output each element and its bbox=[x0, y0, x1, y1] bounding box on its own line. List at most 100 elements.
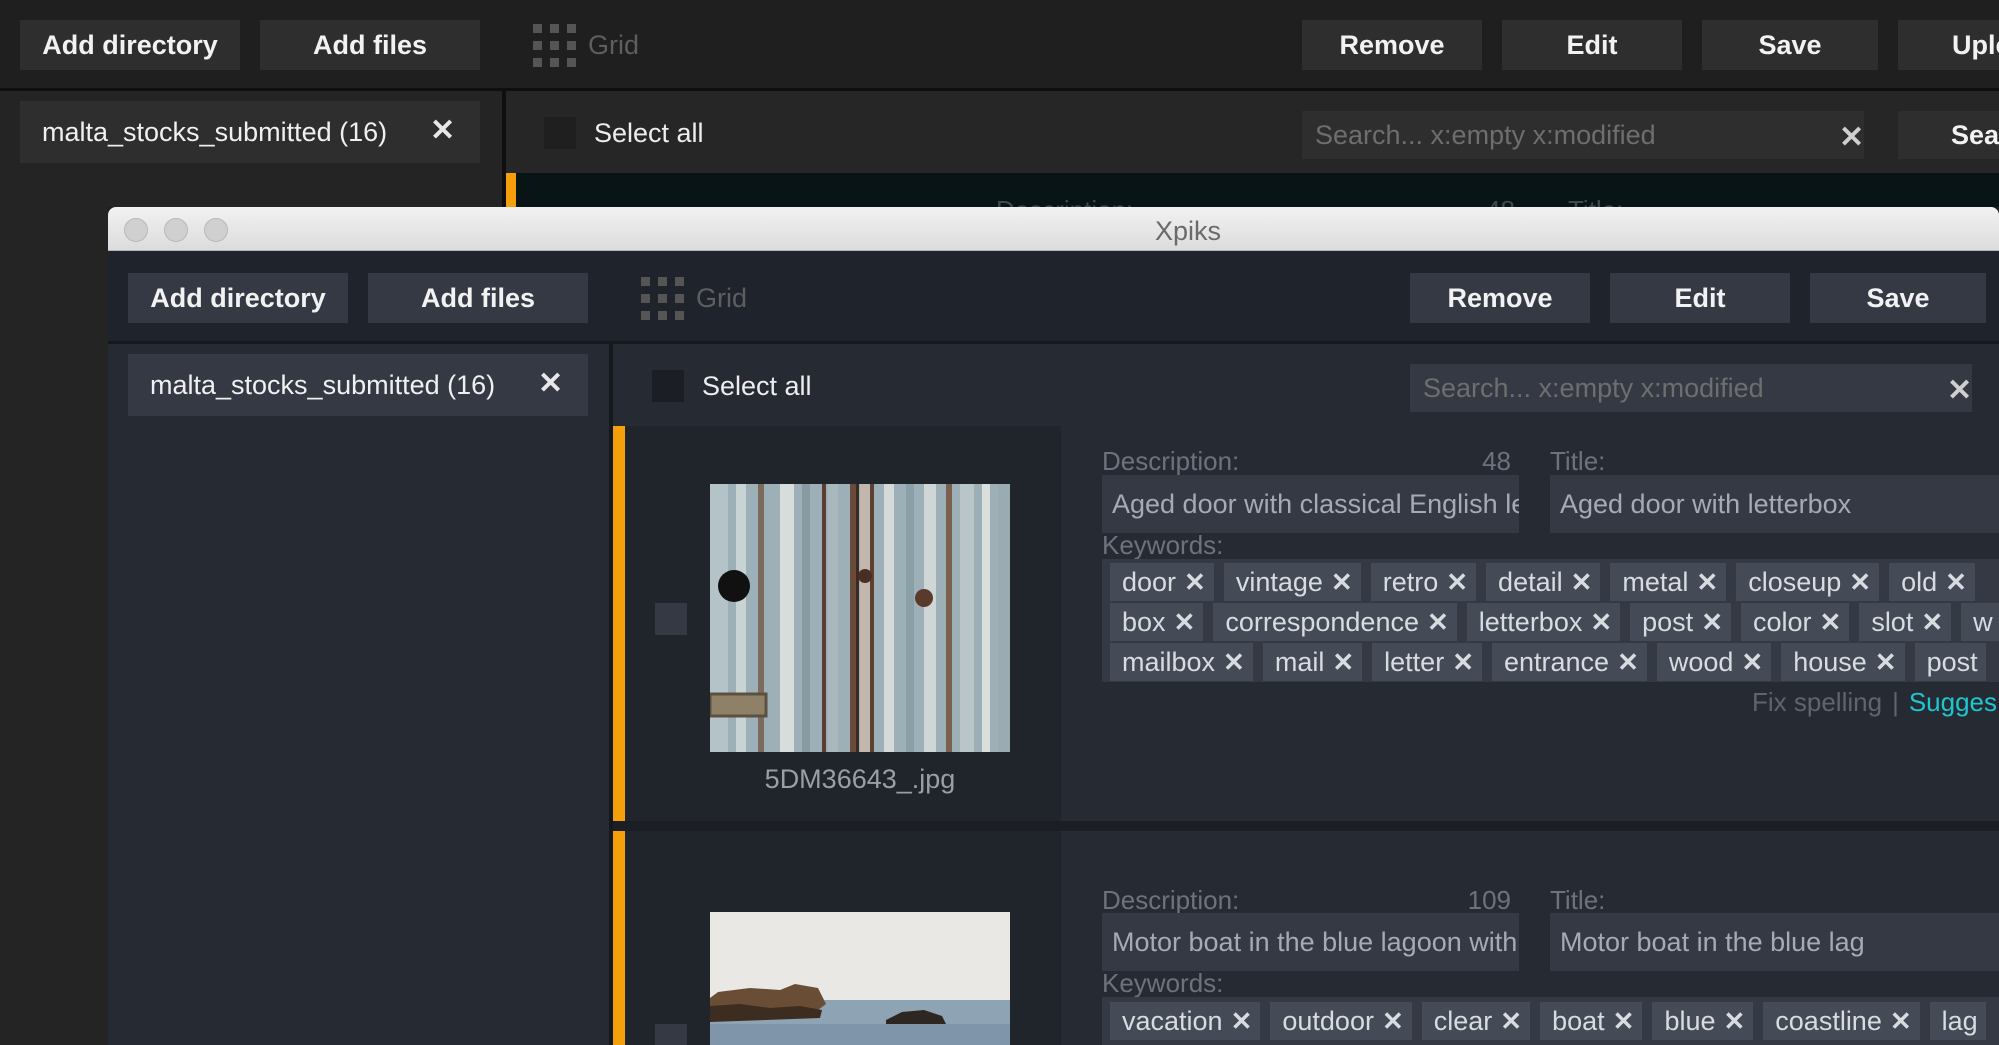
keyword-tag[interactable]: w bbox=[1961, 603, 1999, 641]
description-field[interactable]: Aged door with classical English letterb… bbox=[1102, 475, 1519, 533]
keyword-tag[interactable]: correspondence ✕ bbox=[1213, 603, 1457, 641]
tab-malta-stocks[interactable]: malta_stocks_submitted (16) ✕ bbox=[128, 354, 588, 416]
keyword-tag[interactable]: door ✕ bbox=[1110, 563, 1214, 601]
keyword-text: detail bbox=[1498, 566, 1563, 597]
remove-keyword-icon[interactable]: ✕ bbox=[1500, 1006, 1522, 1037]
keyword-tag[interactable]: letter ✕ bbox=[1372, 643, 1482, 681]
keyword-tag[interactable]: boat ✕ bbox=[1540, 1002, 1643, 1040]
remove-keyword-icon[interactable]: ✕ bbox=[1723, 1006, 1745, 1037]
keyword-tag[interactable]: lag bbox=[1929, 1002, 1986, 1040]
bg-grid-button[interactable]: Grid bbox=[533, 20, 639, 70]
keyword-tag[interactable]: vacation ✕ bbox=[1110, 1002, 1261, 1040]
remove-keyword-icon[interactable]: ✕ bbox=[1921, 607, 1943, 638]
bg-remove-button[interactable]: Remove bbox=[1302, 20, 1482, 70]
add-directory-button[interactable]: Add directory bbox=[128, 273, 348, 323]
keyword-tag[interactable]: post bbox=[1914, 643, 1986, 681]
select-all-checkbox[interactable] bbox=[652, 370, 684, 402]
keyword-tag[interactable]: wood ✕ bbox=[1656, 643, 1772, 681]
remove-keyword-icon[interactable]: ✕ bbox=[1174, 607, 1196, 638]
remove-keyword-icon[interactable]: ✕ bbox=[1331, 567, 1353, 598]
bg-select-all-checkbox[interactable] bbox=[544, 117, 576, 149]
keyword-tag[interactable]: blue ✕ bbox=[1652, 1002, 1754, 1040]
remove-keyword-icon[interactable]: ✕ bbox=[1741, 647, 1763, 678]
remove-keyword-icon[interactable]: ✕ bbox=[1382, 1006, 1404, 1037]
grid-icon bbox=[533, 23, 576, 67]
suggest-link[interactable]: Sugges bbox=[1909, 687, 1997, 717]
keyword-tag[interactable]: old ✕ bbox=[1889, 563, 1975, 601]
clear-search-icon[interactable]: ✕ bbox=[1947, 373, 1972, 408]
keyword-tag[interactable]: color ✕ bbox=[1740, 603, 1850, 641]
remove-keyword-icon[interactable]: ✕ bbox=[1231, 1006, 1253, 1037]
remove-keyword-icon[interactable]: ✕ bbox=[1617, 647, 1639, 678]
keyword-tag[interactable]: detail ✕ bbox=[1486, 563, 1601, 601]
remove-keyword-icon[interactable]: ✕ bbox=[1427, 607, 1449, 638]
remove-keyword-icon[interactable]: ✕ bbox=[1571, 567, 1593, 598]
remove-keyword-icon[interactable]: ✕ bbox=[1820, 607, 1842, 638]
keywords-box[interactable]: vacation ✕ outdoor ✕ clear ✕ boat ✕ blue ✕ co… bbox=[1102, 997, 1999, 1045]
keyword-tag[interactable]: mail ✕ bbox=[1262, 643, 1363, 681]
remove-keyword-icon[interactable]: ✕ bbox=[1223, 647, 1245, 678]
keyword-tag[interactable]: house ✕ bbox=[1781, 643, 1905, 681]
save-button[interactable]: Save bbox=[1810, 273, 1986, 323]
fix-spelling-link[interactable]: Fix spelling bbox=[1752, 687, 1882, 717]
remove-keyword-icon[interactable]: ✕ bbox=[1613, 1006, 1635, 1037]
window-titlebar[interactable]: Xpiks bbox=[108, 207, 1999, 251]
keyword-tag[interactable]: outdoor ✕ bbox=[1270, 1002, 1412, 1040]
remove-keyword-icon[interactable]: ✕ bbox=[1184, 567, 1206, 598]
keywords-box[interactable]: door ✕ vintage ✕ retro ✕ detail ✕ metal ✕ clo… bbox=[1102, 559, 1999, 682]
keyword-tag[interactable]: clear ✕ bbox=[1421, 1002, 1531, 1040]
remove-button[interactable]: Remove bbox=[1410, 273, 1590, 323]
keyword-tag[interactable]: post ✕ bbox=[1630, 603, 1731, 641]
keyword-tag[interactable]: closeup ✕ bbox=[1736, 563, 1880, 601]
close-icon[interactable]: ✕ bbox=[430, 113, 455, 148]
bg-add-files-button[interactable]: Add files bbox=[260, 20, 480, 70]
keyword-text: vintage bbox=[1235, 566, 1323, 597]
bg-search-input[interactable]: Search... x:empty x:modified ✕ bbox=[1302, 111, 1864, 159]
remove-keyword-icon[interactable]: ✕ bbox=[1701, 607, 1723, 638]
keyword-tag[interactable]: vintage ✕ bbox=[1223, 563, 1361, 601]
remove-keyword-icon[interactable]: ✕ bbox=[1890, 1006, 1912, 1037]
keyword-tag[interactable]: slot ✕ bbox=[1859, 603, 1952, 641]
remove-keyword-icon[interactable]: ✕ bbox=[1945, 567, 1967, 598]
description-field[interactable]: Motor boat in the blue lagoon with azure… bbox=[1102, 913, 1519, 971]
title-field[interactable]: Motor boat in the blue lag bbox=[1550, 913, 1999, 971]
keyword-tag[interactable]: entrance ✕ bbox=[1491, 643, 1647, 681]
edit-button[interactable]: Edit bbox=[1610, 273, 1790, 323]
clear-search-icon[interactable]: ✕ bbox=[1839, 120, 1864, 155]
bg-grid-label: Grid bbox=[588, 29, 640, 60]
bg-add-directory-button[interactable]: Add directory bbox=[20, 20, 240, 70]
item-checkbox[interactable] bbox=[655, 1024, 687, 1045]
thumbnail-boat[interactable] bbox=[710, 912, 1010, 1045]
keyword-text: slot bbox=[1871, 606, 1914, 637]
keyword-text: w bbox=[1973, 606, 1993, 637]
sidebar bbox=[108, 344, 609, 1045]
search-input[interactable]: Search... x:empty x:modified ✕ bbox=[1410, 364, 1972, 412]
bg-search-button[interactable]: Sea bbox=[1898, 111, 1999, 159]
bg-tab-malta-stocks[interactable]: malta_stocks_submitted (16) ✕ bbox=[20, 101, 480, 163]
remove-keyword-icon[interactable]: ✕ bbox=[1332, 647, 1354, 678]
remove-keyword-icon[interactable]: ✕ bbox=[1696, 567, 1718, 598]
thumbnail-door[interactable] bbox=[710, 484, 1010, 752]
link-separator: | bbox=[1892, 687, 1899, 717]
remove-keyword-icon[interactable]: ✕ bbox=[1446, 567, 1468, 598]
keyword-tag[interactable]: metal ✕ bbox=[1610, 563, 1727, 601]
remove-keyword-icon[interactable]: ✕ bbox=[1452, 647, 1474, 678]
remove-keyword-icon[interactable]: ✕ bbox=[1849, 567, 1871, 598]
add-files-button[interactable]: Add files bbox=[368, 273, 588, 323]
keyword-tag[interactable]: letterbox ✕ bbox=[1466, 603, 1621, 641]
bg-save-button[interactable]: Save bbox=[1702, 20, 1878, 70]
keyword-tag[interactable]: box ✕ bbox=[1110, 603, 1204, 641]
keyword-tag[interactable]: coastline ✕ bbox=[1763, 1002, 1920, 1040]
artwork-item: 5DM36643_.jpg Description: 48 Aged door … bbox=[613, 426, 1999, 821]
item-checkbox[interactable] bbox=[655, 603, 687, 635]
title-field[interactable]: Aged door with letterbox bbox=[1550, 475, 1999, 533]
bg-edit-button[interactable]: Edit bbox=[1502, 20, 1682, 70]
remove-keyword-icon[interactable]: ✕ bbox=[1590, 607, 1612, 638]
keyword-tag[interactable]: mailbox ✕ bbox=[1110, 643, 1253, 681]
close-icon[interactable]: ✕ bbox=[538, 366, 563, 401]
bg-upload-button[interactable]: Uplo bbox=[1898, 20, 1999, 70]
item-selection-marker bbox=[613, 426, 625, 821]
grid-button[interactable]: Grid bbox=[641, 273, 747, 323]
remove-keyword-icon[interactable]: ✕ bbox=[1875, 647, 1897, 678]
keyword-tag[interactable]: retro ✕ bbox=[1370, 563, 1477, 601]
